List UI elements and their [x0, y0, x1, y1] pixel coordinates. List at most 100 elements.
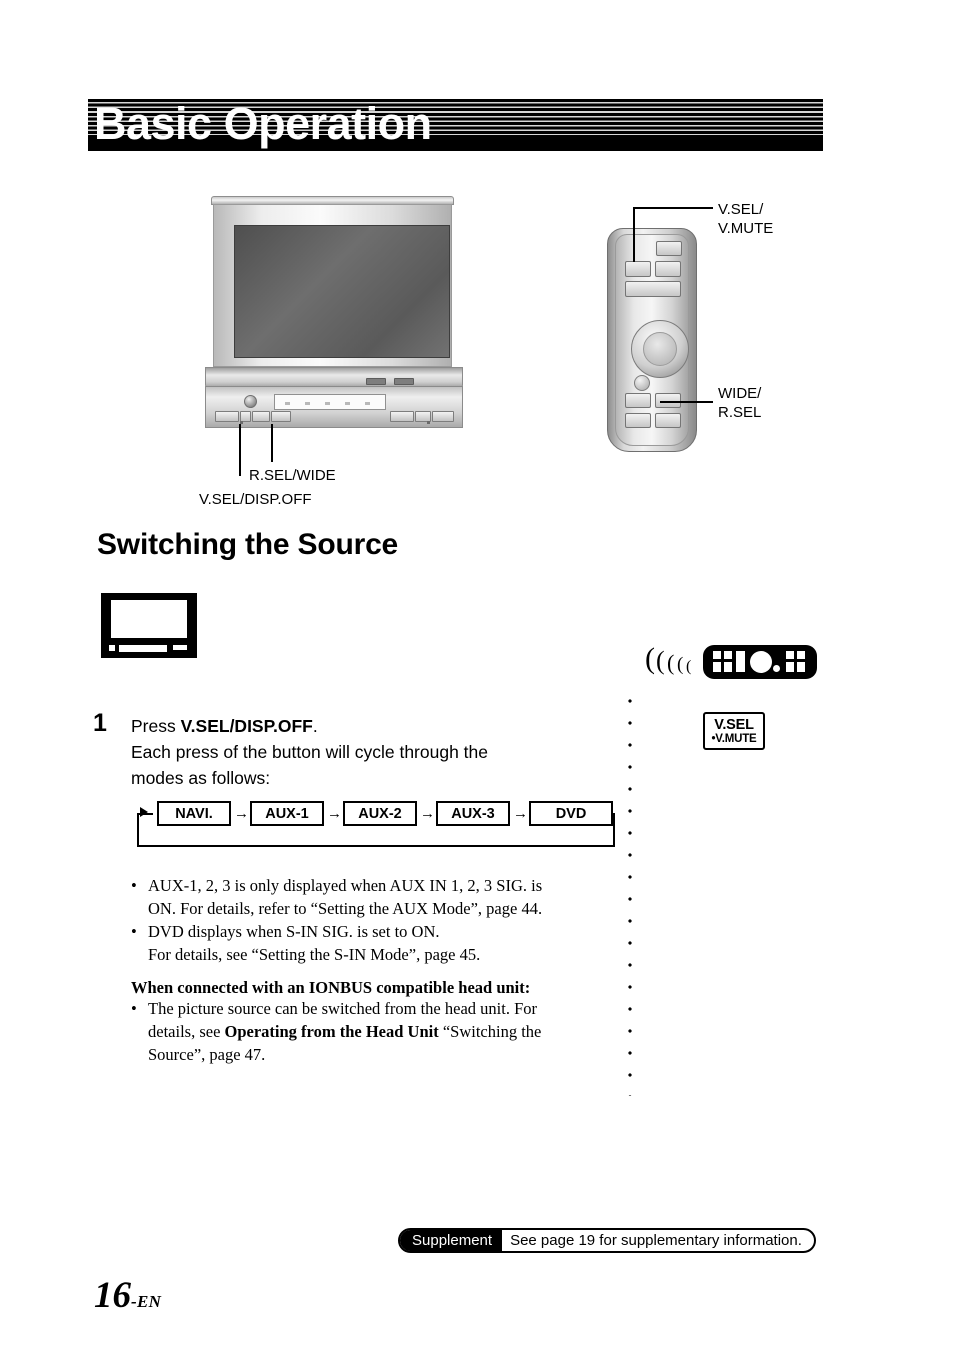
cycle-arrow-1: → [234, 805, 249, 822]
note-item-2: • DVD displays when S-IN SIG. is set to … [131, 920, 601, 966]
monitor-button-b7 [432, 411, 454, 422]
callout-label-vselmute-line2: V.MUTE [718, 220, 774, 237]
note-text-2: DVD displays when S-IN SIG. is set to ON… [148, 920, 601, 966]
ir-signal-waves-icon: ( ( ( ( ( [645, 642, 692, 676]
remote-icon-key-2 [724, 651, 732, 659]
ionbus-heading: When connected with an IONBUS compatible… [131, 978, 531, 997]
monitor-bezel [213, 204, 452, 367]
source-notes-list: • AUX-1, 2, 3 is only displayed when AUX… [131, 874, 601, 966]
cycle-arrow-2: → [327, 805, 342, 822]
remote-icon-key-5 [786, 651, 794, 659]
cycle-item-navi: NAVI. [157, 801, 231, 826]
ionbus-note-text: The picture source can be switched from … [148, 997, 601, 1066]
remote-key-bl1 [625, 393, 651, 408]
ionbus-line-3: Source”, page 47. [148, 1045, 266, 1064]
ionbus-bullet: • [131, 999, 137, 1018]
page-number-value: 16 [94, 1275, 131, 1316]
section-heading: Switching the Source [97, 528, 399, 561]
ionbus-line2-suffix: “Switching the [438, 1022, 542, 1041]
note-bullet-2: • [131, 922, 137, 941]
remote-key-topright [656, 241, 682, 256]
leader-widersel-horizontal [660, 401, 713, 403]
note-1-line-1: AUX-1, 2, 3 is only displayed when AUX I… [148, 876, 543, 895]
head-unit-icon-knob [109, 645, 115, 651]
remote-icon-key-4 [724, 662, 732, 672]
key-reference-vsel: V.SEL •V.MUTE [703, 712, 765, 750]
remote-icon-dot [773, 665, 780, 672]
step-line-2: Each press of the button will cycle thro… [131, 742, 489, 762]
source-cycle-diagram: NAVI. → AUX-1 → AUX-2 → AUX-3 → DVD [137, 800, 617, 848]
callout-label-widersel-line2: R.SEL [718, 404, 762, 421]
remote-icon-key-6 [797, 651, 805, 659]
step-press-label: Press [131, 716, 181, 736]
step-line-3: modes as follows: [131, 768, 271, 788]
cycle-arrow-3: → [420, 805, 435, 822]
monitor-illustration [205, 196, 463, 428]
step-number: 1 [93, 709, 107, 737]
remote-face [615, 234, 689, 446]
step-button-name: V.SEL/DISP.OFF [180, 716, 313, 736]
note-2-line-1: DVD displays when S-IN SIG. is set to ON… [148, 922, 440, 941]
key-reference-primary-label: V.SEL [714, 717, 754, 733]
note-bullet-1: • [131, 876, 137, 895]
monitor-led-right [427, 421, 430, 424]
cycle-loop-bottom [137, 845, 615, 847]
monitor-base-panel [205, 386, 463, 428]
remote-icon [703, 645, 817, 679]
remote-icon-key-1 [713, 651, 721, 659]
monitor-button-b3 [252, 411, 270, 422]
cycle-loop-left [137, 813, 139, 847]
remote-jog-wheel [631, 320, 689, 378]
ionbus-line2-prefix: details, see [148, 1022, 225, 1041]
page-title: Basic Operation [94, 99, 432, 149]
monitor-slot-right [394, 378, 414, 385]
leader-vselmute-vertical [633, 207, 635, 262]
cycle-arrow-4: → [513, 805, 528, 822]
cycle-item-aux3: AUX-3 [436, 801, 510, 826]
remote-key-power [625, 281, 681, 297]
remote-jog-center [643, 332, 677, 366]
head-unit-icon-screen [109, 598, 189, 640]
remote-key-topright2 [655, 261, 681, 277]
callout-line-rselwide [271, 424, 273, 462]
cycle-item-dvd: DVD [529, 801, 613, 826]
monitor-screen [234, 225, 450, 358]
ionbus-note-item: • The picture source can be switched fro… [131, 997, 601, 1066]
head-unit-icon-slot [119, 645, 167, 652]
note-item-1: • AUX-1, 2, 3 is only displayed when AUX… [131, 874, 601, 920]
remote-key-vselmute [625, 261, 651, 277]
cycle-loop-right [613, 813, 615, 847]
supplement-text: See page 19 for supplementary informatio… [510, 1232, 802, 1249]
head-unit-icon [101, 593, 197, 658]
remote-icon-key-3 [713, 662, 721, 672]
ionbus-note: • The picture source can be switched fro… [131, 997, 601, 1066]
monitor-disc-tray [274, 394, 386, 410]
note-text-1: AUX-1, 2, 3 is only displayed when AUX I… [148, 874, 601, 920]
ionbus-reference-bold: Operating from the Head Unit [224, 1022, 439, 1041]
monitor-button-rselwide [271, 411, 291, 422]
key-reference-secondary-label: •V.MUTE [711, 733, 757, 745]
monitor-button-vsel [215, 411, 239, 422]
remote-key-bl2 [625, 413, 651, 428]
cycle-item-aux1: AUX-1 [250, 801, 324, 826]
callout-label-widersel-line1: WIDE/ [718, 385, 762, 402]
remote-key-widersel [655, 413, 681, 428]
remote-icon-key-bar [736, 651, 745, 672]
callout-label-rselwide: R.SEL/WIDE [249, 467, 336, 484]
remote-icon-wheel [750, 651, 772, 673]
page-title-banner: Basic Operation [88, 99, 823, 151]
callout-line-vseldisp [239, 424, 241, 476]
dotted-connector-line [628, 690, 632, 1096]
monitor-button-b5 [390, 411, 414, 422]
page-number-suffix: -EN [131, 1292, 162, 1311]
monitor-slot-left [366, 378, 386, 385]
remote-control-illustration [607, 228, 697, 452]
cycle-item-aux2: AUX-2 [343, 801, 417, 826]
monitor-knob [244, 395, 257, 408]
ionbus-line-1: The picture source can be switched from … [148, 999, 537, 1018]
step-instruction: Press V.SEL/DISP.OFF. Each press of the … [131, 713, 601, 791]
callout-label-vselmute: V.SEL/ V.MUTE [718, 200, 773, 238]
ionbus-line-2: details, see Operating from the Head Uni… [148, 1020, 601, 1043]
supplement-tag: Supplement [400, 1230, 503, 1251]
leader-vselmute-horizontal [633, 207, 713, 209]
